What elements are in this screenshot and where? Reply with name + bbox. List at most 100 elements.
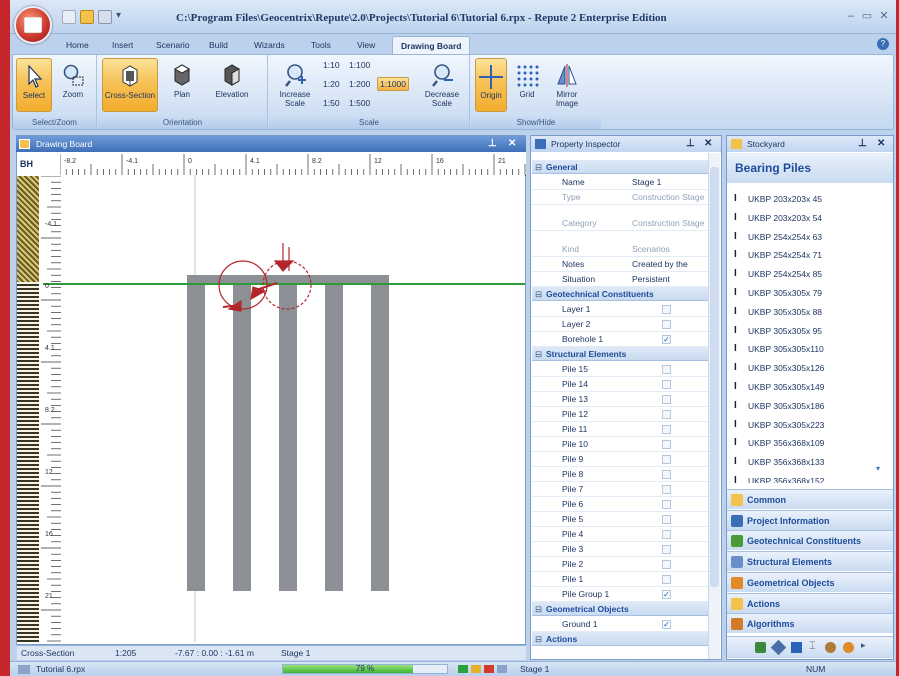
stockyard-item[interactable]: I UKBP 356x368x133 xyxy=(732,454,882,471)
property-row[interactable]: Pile 11 xyxy=(532,422,708,437)
visibility-checkbox[interactable]: ✓ xyxy=(662,590,671,599)
stockyard-close-icon[interactable]: ✕ xyxy=(877,136,885,152)
property-row[interactable]: Pile 10 xyxy=(532,437,708,452)
property-row[interactable]: Layer 1 xyxy=(532,302,708,317)
visibility-checkbox[interactable] xyxy=(662,380,671,389)
visibility-checkbox[interactable] xyxy=(662,500,671,509)
visibility-checkbox[interactable] xyxy=(662,320,671,329)
stockyard-item[interactable]: I UKBP 305x305x186 xyxy=(732,398,882,415)
visibility-checkbox[interactable] xyxy=(662,410,671,419)
tab-build[interactable]: Build xyxy=(201,36,236,54)
pin-icon[interactable]: ⊥ xyxy=(858,136,867,152)
cross-section-button[interactable]: Cross-Section xyxy=(102,58,158,112)
visibility-checkbox[interactable] xyxy=(662,485,671,494)
property-row[interactable]: Layer 2 xyxy=(532,317,708,332)
category-geotechnical[interactable]: Geotechnical Constituents xyxy=(532,287,708,301)
stockyard-item[interactable]: I UKBP 305x305x149 xyxy=(732,379,882,396)
elevation-button[interactable]: Elevation xyxy=(204,58,260,112)
pin-icon[interactable]: ⊥ xyxy=(686,136,695,152)
tab-tools[interactable]: Tools xyxy=(303,36,339,54)
close-button[interactable]: ✕ xyxy=(877,9,891,23)
cross-section-drawing[interactable] xyxy=(17,175,525,642)
section-tool-icon[interactable] xyxy=(791,642,802,653)
stockyard-item[interactable]: I UKBP 254x254x 71 xyxy=(732,247,882,264)
stockyard-item[interactable]: I UKBP 203x203x 45 xyxy=(732,191,882,208)
category-structural[interactable]: Structural Elements xyxy=(532,347,708,361)
tab-wizards[interactable]: Wizards xyxy=(246,36,293,54)
minimize-button[interactable]: – xyxy=(844,9,858,23)
property-value[interactable]: Stage 1 xyxy=(632,177,706,187)
property-row[interactable]: Pile 14 xyxy=(532,377,708,392)
category-actions[interactable]: Actions xyxy=(532,632,708,646)
stockyard-item[interactable]: I UKBP 203x203x 54 xyxy=(732,210,882,227)
property-inspector-close-icon[interactable]: ✕ xyxy=(704,136,712,152)
visibility-checkbox[interactable] xyxy=(662,575,671,584)
property-value[interactable]: Persistent xyxy=(632,274,706,284)
pin-icon[interactable]: ⊥ xyxy=(488,136,497,152)
maximize-button[interactable]: ▭ xyxy=(860,9,874,23)
property-row[interactable]: Pile 1 xyxy=(532,572,708,587)
visibility-checkbox[interactable] xyxy=(662,455,671,464)
property-value[interactable]: Created by the xyxy=(632,259,706,269)
property-row[interactable]: Pile 3 xyxy=(532,542,708,557)
customize-quick-access-icon[interactable]: ▾ xyxy=(116,10,130,24)
drawing-board-close-icon[interactable]: ✕ xyxy=(508,136,516,152)
property-row[interactable]: Type Construction Stage xyxy=(532,190,708,205)
stockyard-category[interactable]: Common xyxy=(727,489,893,509)
visibility-checkbox[interactable] xyxy=(662,365,671,374)
tab-drawing-board[interactable]: Drawing Board xyxy=(392,36,471,54)
stockyard-item[interactable]: I UKBP 356x368x152 xyxy=(732,473,882,483)
overflow-chevron-icon[interactable]: ▸ xyxy=(861,640,866,651)
grid-button[interactable]: Grid xyxy=(511,58,543,112)
property-value[interactable]: Construction Stage xyxy=(632,192,706,202)
decrease-scale-button[interactable]: Decrease Scale xyxy=(419,58,465,112)
help-icon[interactable]: ? xyxy=(877,38,889,50)
stockyard-item[interactable]: I UKBP 305x305x 88 xyxy=(732,304,882,321)
visibility-checkbox[interactable] xyxy=(662,425,671,434)
open-folder-icon[interactable] xyxy=(80,10,94,24)
scale-1-500[interactable]: 1:500 xyxy=(347,97,372,109)
stockyard-category[interactable]: Algorithms xyxy=(727,613,893,634)
visibility-checkbox[interactable]: ✓ xyxy=(662,620,671,629)
visibility-checkbox[interactable] xyxy=(662,515,671,524)
property-row[interactable]: Pile Group 1 ✓ xyxy=(532,587,708,602)
stockyard-category[interactable]: Actions xyxy=(727,592,893,613)
sphere-icon[interactable] xyxy=(843,642,854,653)
stockyard-item[interactable]: I UKBP 254x254x 85 xyxy=(732,266,882,283)
visibility-checkbox[interactable] xyxy=(662,470,671,479)
scale-1-10[interactable]: 1:10 xyxy=(321,59,342,71)
zoom-button[interactable]: Zoom xyxy=(55,58,91,112)
stockyard-item[interactable]: I UKBP 305x305x110 xyxy=(732,341,882,358)
tab-view[interactable]: View xyxy=(349,36,383,54)
scale-1-50[interactable]: 1:50 xyxy=(321,97,342,109)
tab-insert[interactable]: Insert xyxy=(104,36,141,54)
origin-button[interactable]: Origin xyxy=(475,58,507,112)
property-row[interactable]: Borehole 1 ✓ xyxy=(532,332,708,347)
scale-1-200[interactable]: 1:200 xyxy=(347,78,372,90)
select-button[interactable]: Select xyxy=(16,58,52,112)
scale-1-1000[interactable]: 1:1000 xyxy=(377,77,409,91)
property-row[interactable]: Pile 6 xyxy=(532,497,708,512)
property-row[interactable]: Pile 4 xyxy=(532,527,708,542)
category-general[interactable]: General xyxy=(532,160,708,174)
property-row[interactable]: Pile 5 xyxy=(532,512,708,527)
property-row[interactable]: Name Stage 1 xyxy=(532,175,708,190)
beam-tool-icon[interactable]: ⌶ xyxy=(809,640,816,653)
property-row[interactable]: Pile 15 xyxy=(532,362,708,377)
property-value[interactable]: Construction Stage xyxy=(632,218,706,228)
stockyard-item[interactable]: I UKBP 305x305x 79 xyxy=(732,285,882,302)
visibility-checkbox[interactable] xyxy=(662,395,671,404)
pile-tool-icon[interactable] xyxy=(755,642,766,653)
property-row[interactable]: Pile 12 xyxy=(532,407,708,422)
visibility-checkbox[interactable]: ✓ xyxy=(662,335,671,344)
stockyard-category[interactable]: Project Information xyxy=(727,509,893,530)
property-row[interactable]: Pile 13 xyxy=(532,392,708,407)
stockyard-item[interactable]: I UKBP 305x305x 95 xyxy=(732,323,882,340)
property-inspector-scrollbar[interactable] xyxy=(708,153,720,659)
tab-home[interactable]: Home xyxy=(58,36,97,54)
increase-scale-button[interactable]: Increase Scale xyxy=(273,58,317,112)
property-row[interactable]: Pile 7 xyxy=(532,482,708,497)
shape-tool-icon[interactable] xyxy=(770,639,787,656)
mirror-image-button[interactable]: Mirror Image xyxy=(547,58,587,112)
stockyard-item[interactable]: I UKBP 305x305x223 xyxy=(732,417,882,434)
